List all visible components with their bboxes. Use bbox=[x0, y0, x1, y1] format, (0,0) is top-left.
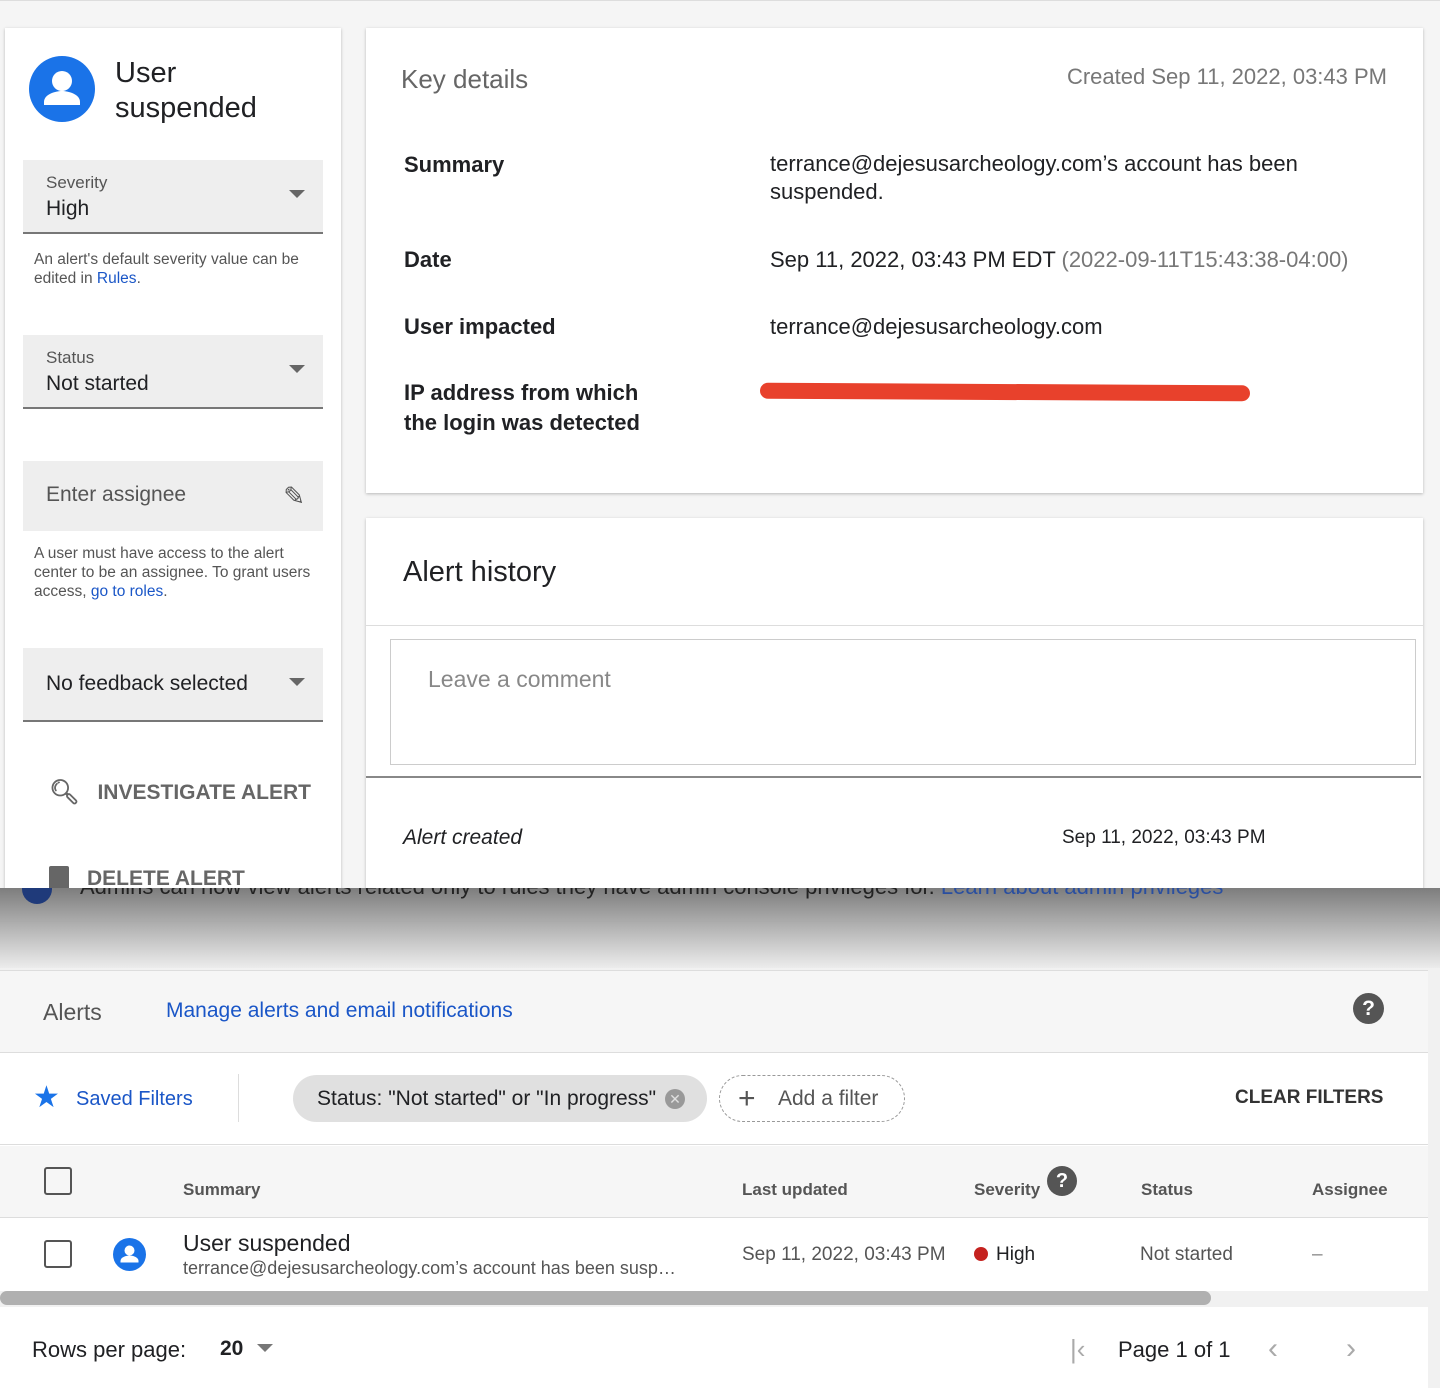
rules-link[interactable]: Rules bbox=[97, 270, 137, 287]
created-time: Created Sep 11, 2022, 03:43 PM bbox=[1066, 64, 1387, 89]
column-summary[interactable]: Summary bbox=[183, 1180, 260, 1200]
admin-privileges-link[interactable]: Learn about admin privileges bbox=[941, 888, 1224, 899]
row-summary: terrance@dejesusarcheology.com’s account… bbox=[183, 1258, 676, 1278]
first-page-icon[interactable]: |‹ bbox=[1070, 1334, 1085, 1365]
alert-title: User suspended bbox=[115, 57, 257, 124]
row-severity: High bbox=[996, 1244, 1036, 1265]
trash-icon bbox=[49, 866, 69, 888]
add-filter-label: Add a filter bbox=[778, 1087, 879, 1110]
column-assignee[interactable]: Assignee bbox=[1312, 1180, 1388, 1200]
rows-per-page-select[interactable]: 20 bbox=[220, 1337, 274, 1361]
zoom-in-icon: 🔍︎ bbox=[49, 779, 80, 806]
investigate-label: INVESTIGATE ALERT bbox=[97, 780, 311, 804]
date-label: Date bbox=[404, 247, 452, 272]
assignee-help: A user must have access to the alert cen… bbox=[34, 545, 311, 600]
summary-label: Summary bbox=[404, 152, 505, 177]
status-label: Status bbox=[46, 348, 95, 367]
row-title: User suspended bbox=[183, 1230, 351, 1256]
clear-filters-button[interactable]: CLEAR FILTERS bbox=[1235, 1087, 1383, 1109]
banner-text: Admins can now view alerts related only … bbox=[80, 888, 941, 899]
alert-history-card: Alert history Leave a comment Alert crea… bbox=[366, 518, 1423, 888]
delete-label: DELETE ALERT bbox=[87, 867, 245, 888]
summary-value: terrance@dejesusarcheology.com’s account… bbox=[770, 151, 1298, 204]
feedback-value: No feedback selected bbox=[46, 672, 248, 695]
manage-alerts-link[interactable]: Manage alerts and email notifications bbox=[166, 999, 513, 1023]
date-value: Sep 11, 2022, 03:43 PM EDT (2022-09-11T1… bbox=[770, 246, 1410, 274]
assignee-help-text: A user must have access to the alert cen… bbox=[34, 545, 311, 600]
key-details-title: Key details bbox=[401, 64, 529, 94]
select-all-checkbox[interactable] bbox=[44, 1167, 72, 1195]
rows-per-page-value: 20 bbox=[220, 1337, 244, 1360]
ip-address-label: IP address from which the login was dete… bbox=[404, 380, 640, 435]
assignee-input[interactable]: Enter assignee ✎ bbox=[23, 461, 323, 531]
delete-alert-button[interactable]: DELETE ALERT bbox=[49, 866, 245, 888]
row-updated: Sep 11, 2022, 03:43 PM bbox=[742, 1244, 946, 1265]
star-icon: ★ bbox=[33, 1081, 60, 1114]
row-assignee: – bbox=[1312, 1244, 1323, 1265]
severity-label: Severity bbox=[46, 173, 108, 192]
chevron-down-icon bbox=[289, 190, 305, 198]
severity-value: High bbox=[46, 197, 90, 220]
user-icon bbox=[113, 1238, 146, 1271]
severity-dot bbox=[974, 1247, 988, 1261]
alert-detail-view: User suspended Severity High An alert's … bbox=[0, 0, 1440, 888]
alert-history-title: Alert history bbox=[403, 556, 557, 588]
severity-help-text: An alert's default severity value can be… bbox=[34, 251, 299, 287]
saved-filters-button[interactable]: Saved Filters bbox=[76, 1088, 193, 1111]
filter-bar: ★ Saved Filters Status: "Not started" or… bbox=[0, 1054, 1428, 1145]
next-page-icon[interactable]: › bbox=[1346, 1332, 1356, 1366]
column-severity[interactable]: Severity bbox=[974, 1180, 1040, 1200]
feedback-select[interactable]: No feedback selected bbox=[23, 648, 323, 722]
row-checkbox[interactable] bbox=[44, 1240, 72, 1268]
chevron-down-icon bbox=[289, 678, 305, 686]
date-text: Sep 11, 2022, 03:43 PM EDT bbox=[770, 247, 1056, 272]
user-impacted-value: terrance@dejesusarcheology.com bbox=[770, 314, 1103, 339]
remove-filter-icon[interactable]: ✕ bbox=[665, 1089, 685, 1109]
status-select[interactable]: Status Not started bbox=[23, 335, 323, 409]
alerts-header: Alerts Manage alerts and email notificat… bbox=[0, 971, 1428, 1053]
status-filter-chip[interactable]: Status: "Not started" or "In progress" ✕ bbox=[293, 1075, 707, 1122]
severity-help: An alert's default severity value can be… bbox=[34, 251, 299, 287]
row-status: Not started bbox=[1140, 1244, 1233, 1265]
previous-page-icon[interactable]: ‹ bbox=[1268, 1332, 1278, 1366]
history-event: Alert created bbox=[403, 826, 523, 849]
info-banner: Admins can now view alerts related only … bbox=[0, 888, 1428, 922]
status-value: Not started bbox=[46, 372, 149, 395]
help-icon[interactable]: ? bbox=[1353, 993, 1384, 1024]
horizontal-scrollbar[interactable] bbox=[0, 1291, 1428, 1307]
investigate-alert-button[interactable]: 🔍︎ INVESTIGATE ALERT bbox=[49, 778, 311, 807]
pagination-bar: Rows per page: 20 |‹ Page 1 of 1 ‹ › bbox=[0, 1308, 1428, 1388]
pencil-icon[interactable]: ✎ bbox=[283, 481, 305, 512]
roles-link[interactable]: go to roles bbox=[91, 583, 163, 600]
redacted-ip bbox=[759, 382, 1251, 402]
comment-input[interactable]: Leave a comment bbox=[390, 639, 1416, 765]
plus-icon: + bbox=[738, 1082, 756, 1115]
add-filter-button[interactable]: + Add a filter bbox=[719, 1075, 905, 1122]
filter-chip-label: Status: "Not started" or "In progress" bbox=[317, 1087, 657, 1110]
rows-per-page-label: Rows per page: bbox=[32, 1337, 187, 1362]
table-row[interactable]: User suspended terrance@dejesusarcheolog… bbox=[0, 1219, 1428, 1291]
comment-placeholder: Leave a comment bbox=[428, 666, 611, 692]
column-last-updated[interactable]: Last updated bbox=[742, 1180, 848, 1200]
history-event-time: Sep 11, 2022, 03:43 PM bbox=[1062, 827, 1266, 848]
severity-help-icon[interactable]: ? bbox=[1047, 1166, 1077, 1196]
alerts-title: Alerts bbox=[43, 999, 102, 1025]
user-impacted-label: User impacted bbox=[404, 314, 556, 339]
date-iso: (2022-09-11T15:43:38-04:00) bbox=[1061, 247, 1349, 272]
assignee-placeholder: Enter assignee bbox=[46, 483, 187, 506]
page-indicator: Page 1 of 1 bbox=[1118, 1337, 1231, 1362]
user-icon bbox=[29, 56, 95, 122]
key-details-card: Key details Created Sep 11, 2022, 03:43 … bbox=[366, 28, 1423, 493]
severity-select[interactable]: Severity High bbox=[23, 160, 323, 234]
column-status[interactable]: Status bbox=[1141, 1180, 1193, 1200]
info-icon bbox=[22, 888, 52, 904]
chevron-down-icon bbox=[289, 365, 305, 373]
alert-sidebar: User suspended Severity High An alert's … bbox=[5, 28, 341, 888]
